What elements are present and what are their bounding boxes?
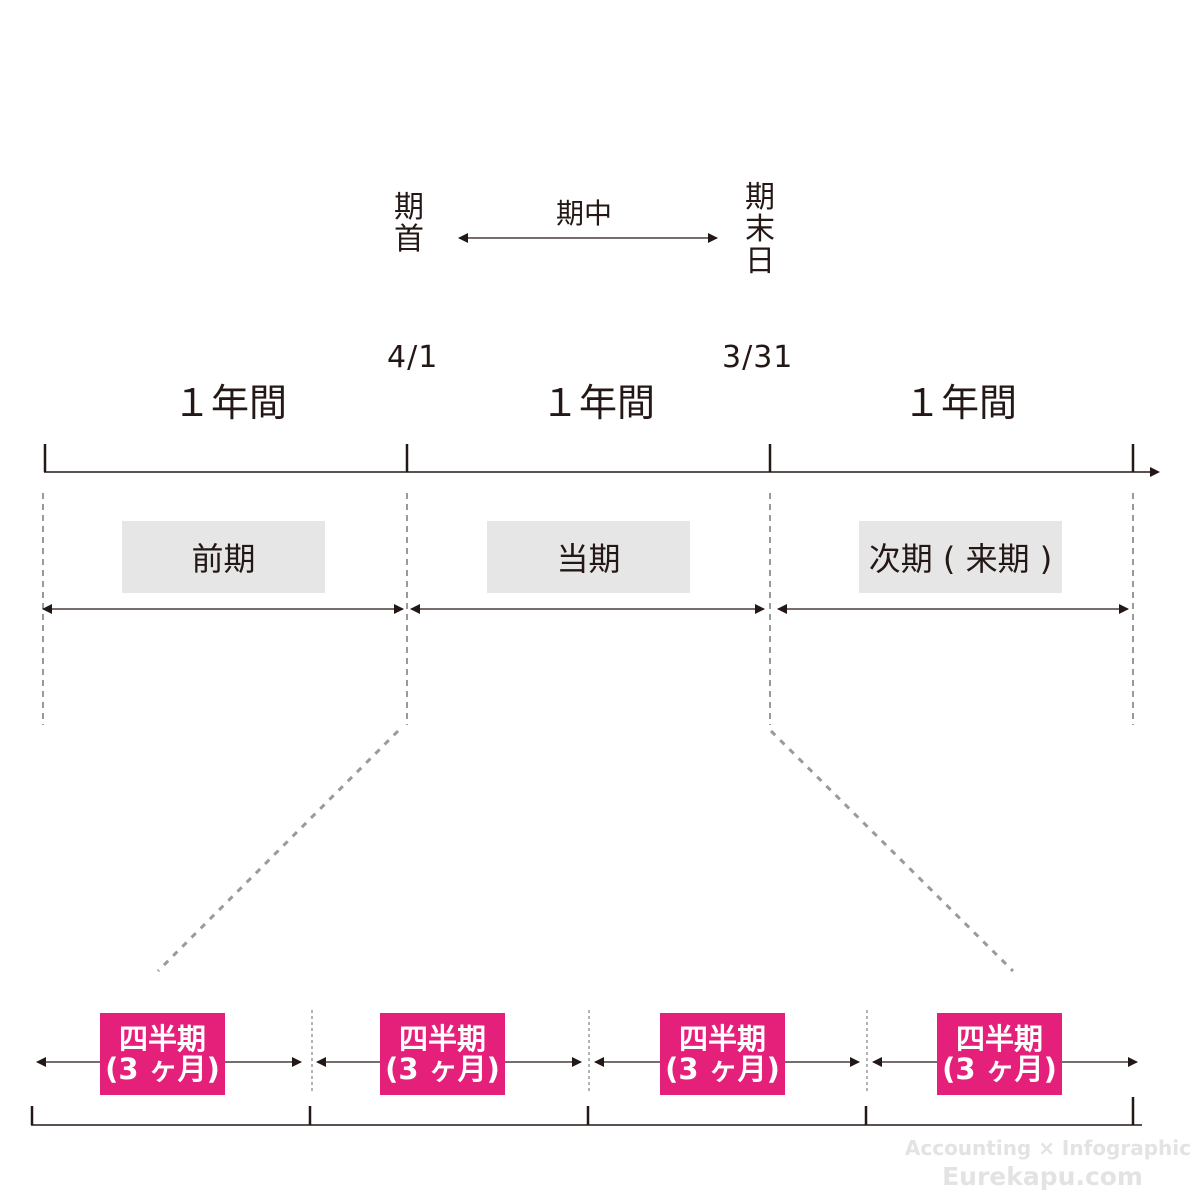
quarter-box-2: 四半期 (3 ヶ月) xyxy=(380,1013,505,1095)
year-label-previous: １年間 xyxy=(172,381,288,425)
mid-period-label: 期中 xyxy=(556,197,613,230)
watermark-site: Eurekapu.com xyxy=(942,1162,1143,1191)
quarter-title: 四半期 xyxy=(398,1022,486,1056)
period-label-next: 次期 ( 来期 ) xyxy=(868,540,1053,578)
period-label-previous: 前期 xyxy=(191,540,256,578)
quarter-duration: (3 ヶ月) xyxy=(385,1052,500,1086)
watermark-tagline: Accounting × Infographic xyxy=(904,1136,1191,1160)
quarter-duration: (3 ヶ月) xyxy=(105,1052,220,1086)
fiscal-start-label: 期 首 xyxy=(392,192,426,256)
quarter-box-1: 四半期 (3 ヶ月) xyxy=(100,1013,225,1095)
period-box-previous: 前期 xyxy=(122,521,325,593)
annual-axis-arrowhead xyxy=(1150,467,1160,477)
quarter-box-4: 四半期 (3 ヶ月) xyxy=(937,1013,1062,1095)
quarter-duration: (3 ヶ月) xyxy=(665,1052,780,1086)
quarter-duration: (3 ヶ月) xyxy=(942,1052,1057,1086)
zoom-guide-right xyxy=(769,729,1015,973)
annual-timeline xyxy=(43,444,1160,477)
fiscal-end-char: 日 xyxy=(745,244,775,279)
quarter-title: 四半期 xyxy=(118,1022,206,1056)
period-box-current: 当期 xyxy=(487,521,690,593)
year-label-current: １年間 xyxy=(540,381,656,425)
year-label-next: １年間 xyxy=(902,381,1018,425)
fiscal-start-char: 首 xyxy=(394,222,424,257)
zoom-guide-left xyxy=(156,729,400,973)
fiscal-start-char: 期 xyxy=(394,190,424,225)
start-date-label: 4/1 xyxy=(387,340,439,375)
end-date-label: 3/31 xyxy=(722,340,794,375)
quarter-timeline xyxy=(30,1097,1142,1126)
period-box-next: 次期 ( 来期 ) xyxy=(859,521,1062,593)
quarter-box-3: 四半期 (3 ヶ月) xyxy=(660,1013,785,1095)
fiscal-end-char: 期 xyxy=(745,180,775,215)
quarter-title: 四半期 xyxy=(678,1022,766,1056)
fiscal-end-char: 末 xyxy=(745,212,775,247)
fiscal-end-label: 期 末 日 xyxy=(743,182,777,278)
quarter-title: 四半期 xyxy=(955,1022,1043,1056)
period-label-current: 当期 xyxy=(556,540,621,578)
